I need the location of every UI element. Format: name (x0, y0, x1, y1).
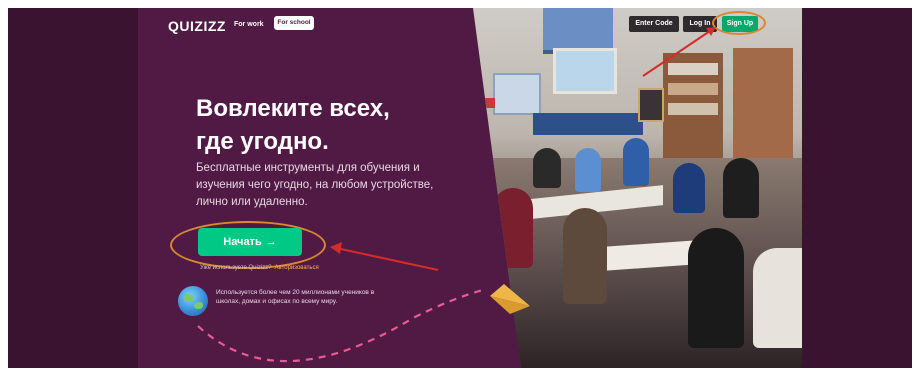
paper-plane-icon (490, 284, 530, 314)
right-margin (802, 8, 912, 368)
dashed-flight-path (197, 288, 484, 363)
screenshot-frame: QUIZIZZ For work For school Enter Code L… (8, 8, 912, 368)
annotation-overlay (197, 27, 716, 363)
landing-hero: QUIZIZZ For work For school Enter Code L… (138, 8, 802, 368)
annotation-arrow-to-start (330, 242, 439, 271)
left-margin (8, 8, 138, 368)
annotation-arrow-to-signup (642, 27, 716, 77)
